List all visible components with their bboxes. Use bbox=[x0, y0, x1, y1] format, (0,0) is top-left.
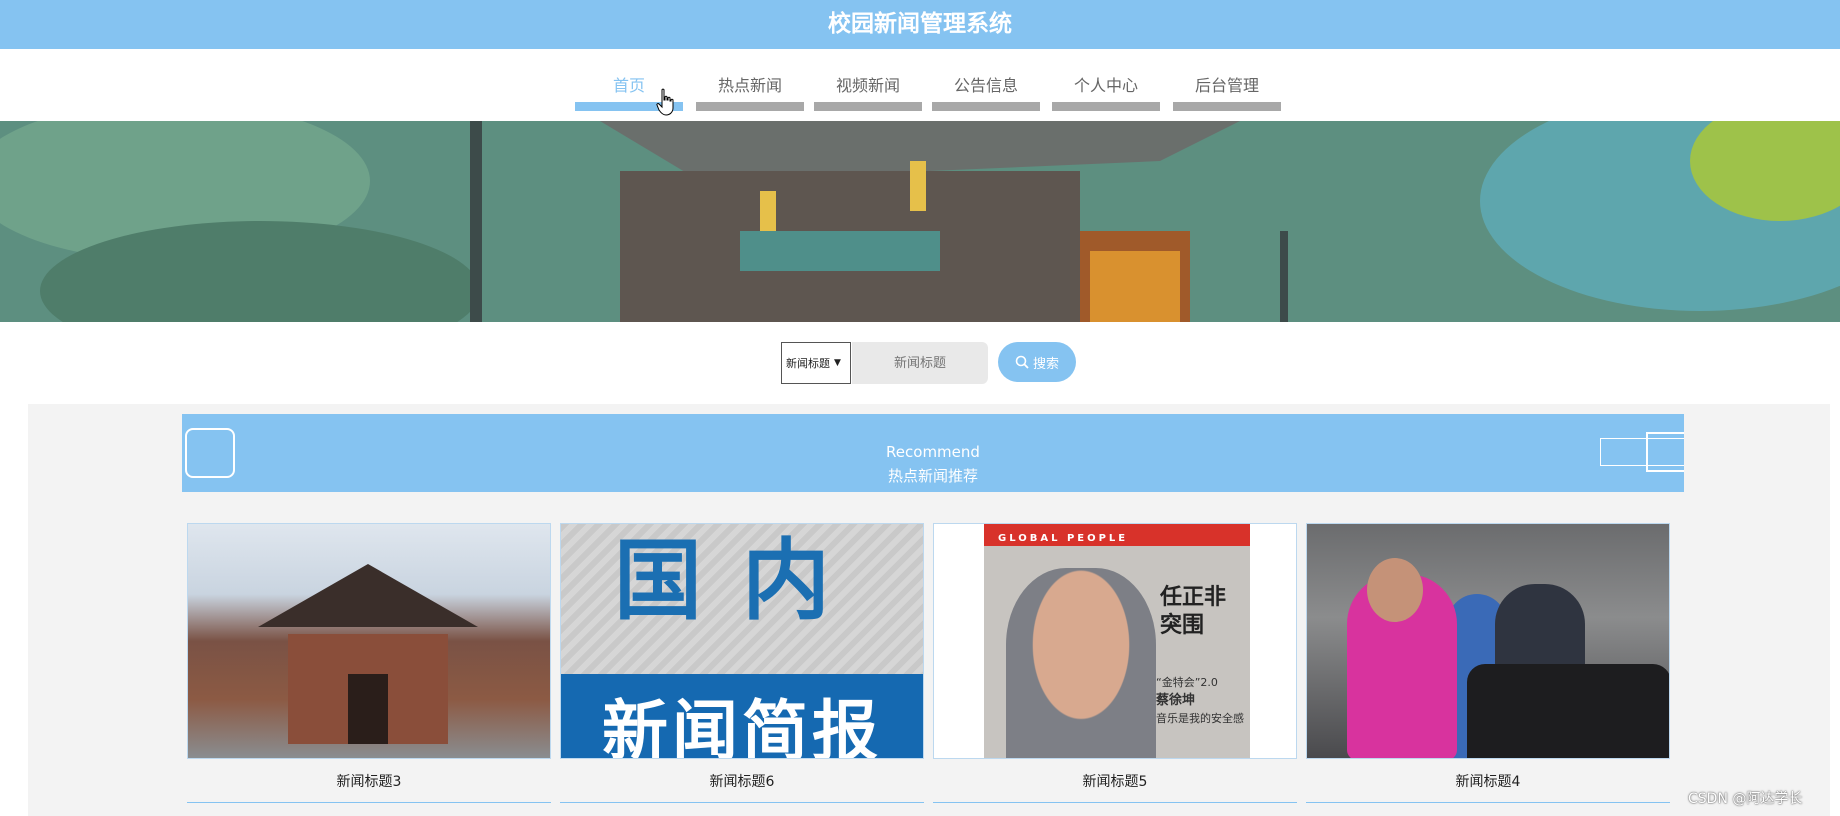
news-card-title[interactable]: 新闻标题6 bbox=[560, 759, 924, 803]
watermark: CSDN @阿达学长 bbox=[1688, 791, 1803, 807]
nav-item-video-news[interactable]: 视频新闻 bbox=[814, 49, 922, 111]
recommend-panel: Recommend 热点新闻推荐 新闻标题3 国内 新闻简报 新闻标题6 GLO… bbox=[28, 404, 1830, 816]
news-card-image[interactable]: GLOBAL PEOPLE 任正非 突围 “金特会”2.0 蔡徐坤 音乐是我的安… bbox=[933, 523, 1297, 759]
app-title-bar: 校园新闻管理系统 bbox=[0, 0, 1840, 49]
search-input[interactable] bbox=[852, 342, 988, 384]
recommend-title-cn: 热点新闻推荐 bbox=[887, 467, 978, 485]
search-button-label: 搜索 bbox=[1032, 356, 1059, 372]
hero-banner bbox=[0, 121, 1840, 322]
nav-item-label: 热点新闻 bbox=[717, 76, 782, 95]
news-card[interactable]: 新闻标题3 bbox=[187, 523, 551, 803]
nav-item-label: 首页 bbox=[612, 76, 645, 95]
news-card[interactable]: GLOBAL PEOPLE 任正非 突围 “金特会”2.0 蔡徐坤 音乐是我的安… bbox=[933, 523, 1297, 803]
search-button[interactable]: 搜索 bbox=[998, 342, 1076, 382]
chevron-down-icon: ▼ bbox=[834, 358, 841, 368]
nav-item-label: 视频新闻 bbox=[835, 76, 900, 95]
search-field-select[interactable]: 新闻标题 ▼ bbox=[781, 342, 851, 384]
search-field-select-value: 新闻标题 bbox=[786, 357, 830, 370]
banner-illustration bbox=[0, 121, 1840, 322]
magazine-subtext: “金特会”2.0 蔡徐坤 音乐是我的安全感 bbox=[1156, 676, 1244, 725]
news-card-image[interactable] bbox=[187, 523, 551, 759]
news-card[interactable]: 国内 新闻简报 新闻标题6 bbox=[560, 523, 924, 803]
nav-item-personal-center[interactable]: 个人中心 bbox=[1052, 49, 1160, 111]
cover-text-top: 国内 bbox=[613, 529, 870, 632]
recommend-title-en: Recommend bbox=[886, 443, 980, 461]
nav-item-admin[interactable]: 后台管理 bbox=[1173, 49, 1281, 111]
main-nav: 首页 热点新闻 视频新闻 公告信息 个人中心 后台管理 bbox=[0, 49, 1840, 121]
cover-text-bar: 新闻简报 bbox=[602, 693, 882, 759]
news-card-image[interactable] bbox=[1306, 523, 1670, 759]
nav-item-home[interactable]: 首页 bbox=[575, 49, 683, 111]
news-card-image[interactable]: 国内 新闻简报 bbox=[560, 523, 924, 759]
nav-item-label: 公告信息 bbox=[953, 76, 1018, 95]
magazine-masthead: GLOBAL PEOPLE bbox=[984, 524, 1250, 546]
news-card-title[interactable]: 新闻标题3 bbox=[187, 759, 551, 803]
recommend-header: Recommend 热点新闻推荐 bbox=[182, 414, 1684, 492]
news-card-title[interactable]: 新闻标题4 bbox=[1306, 759, 1670, 803]
magazine-headline: 任正非 突围 bbox=[1160, 585, 1227, 638]
nav-item-announcements[interactable]: 公告信息 bbox=[932, 49, 1040, 111]
nav-item-label: 个人中心 bbox=[1073, 76, 1138, 95]
nav-item-hot-news[interactable]: 热点新闻 bbox=[696, 49, 804, 111]
search-icon bbox=[1015, 355, 1029, 369]
news-card[interactable]: 新闻标题4 bbox=[1306, 523, 1670, 803]
app-title: 校园新闻管理系统 bbox=[828, 11, 1012, 37]
news-card-title[interactable]: 新闻标题5 bbox=[933, 759, 1297, 803]
search-bar: 新闻标题 ▼ 搜索 bbox=[0, 322, 1840, 404]
nav-item-label: 后台管理 bbox=[1194, 76, 1259, 95]
